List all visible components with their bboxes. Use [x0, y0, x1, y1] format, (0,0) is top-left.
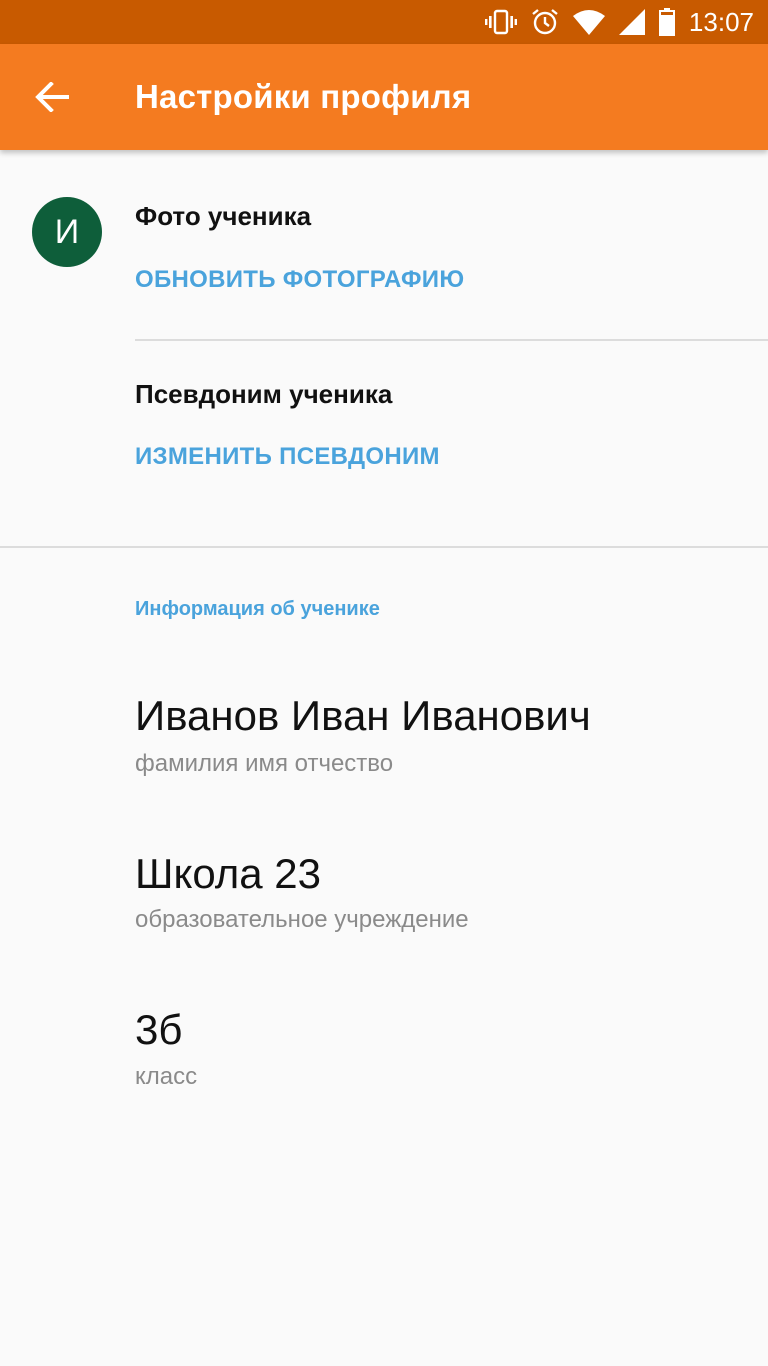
alarm-icon	[531, 8, 559, 36]
back-arrow-icon	[35, 82, 69, 112]
vibrate-icon	[484, 9, 517, 35]
class-value: 3б	[135, 1006, 183, 1053]
divider	[0, 546, 768, 548]
status-bar: 13:07	[0, 0, 768, 44]
status-time: 13:07	[688, 6, 754, 37]
avatar-letter: И	[54, 212, 80, 251]
wifi-icon	[572, 9, 605, 35]
divider	[135, 339, 768, 341]
photo-label: Фото ученика	[135, 201, 312, 231]
app-bar: Настройки профиля	[0, 44, 768, 150]
change-nickname-button[interactable]: ИЗМЕНИТЬ ПСЕВДОНИМ	[135, 443, 440, 471]
avatar[interactable]: И	[32, 197, 102, 267]
page-title: Настройки профиля	[135, 78, 472, 115]
back-button[interactable]	[22, 72, 82, 122]
school-caption: образовательное учреждение	[135, 906, 469, 933]
nickname-label: Псевдоним ученика	[135, 379, 393, 409]
info-section-header: Информация об ученике	[135, 598, 380, 620]
class-caption: класс	[135, 1063, 198, 1090]
full-name-value: Иванов Иван Иванович	[135, 692, 591, 739]
update-photo-button[interactable]: ОБНОВИТЬ ФОТОГРАФИЮ	[135, 266, 464, 294]
battery-icon	[658, 8, 675, 36]
signal-icon	[618, 9, 645, 35]
school-value: Школа 23	[135, 850, 322, 897]
full-name-caption: фамилия имя отчество	[135, 750, 394, 777]
